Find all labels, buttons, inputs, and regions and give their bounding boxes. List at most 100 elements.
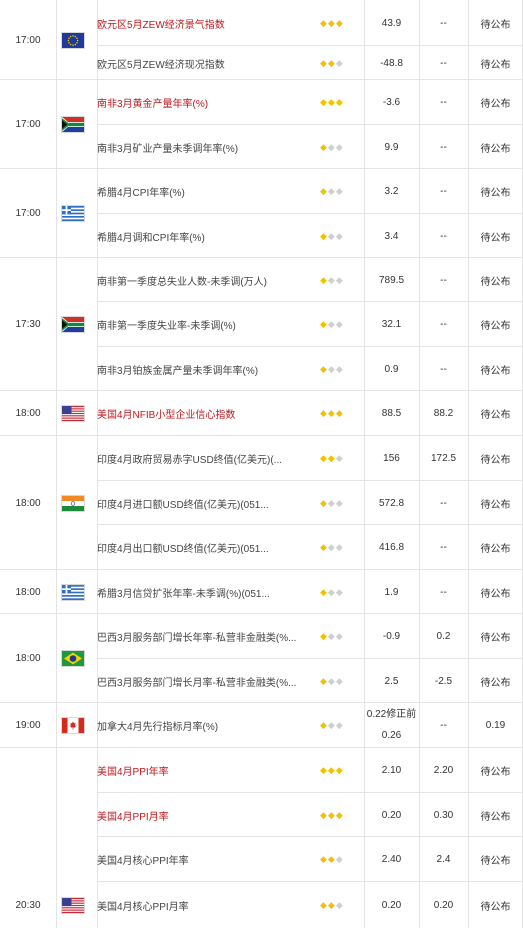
- importance-stars: ◆ ◆ ◆: [320, 391, 356, 436]
- event-name[interactable]: 美国4月核心PPI月率: [97, 882, 315, 928]
- event-time: 17:00: [15, 119, 41, 130]
- event-name[interactable]: 巴西3月服务部门增长月率-私营非金融类(%...: [97, 659, 315, 703]
- diamond-icon: ◆: [327, 57, 335, 68]
- diamond-icon: ◆: [320, 230, 327, 241]
- diamond-icon: ◆: [320, 453, 327, 463]
- actual-value: 待公布: [480, 544, 511, 555]
- event-name[interactable]: 美国4月PPI年率: [97, 748, 315, 793]
- event-name[interactable]: 南非3月矿业产量未季调年率(%): [97, 125, 315, 169]
- previous-value: 1.9: [384, 586, 399, 598]
- diamond-icon: ◆: [327, 497, 335, 508]
- diamond-icon: ◆: [320, 899, 327, 910]
- previous-value: 88.5: [381, 408, 402, 419]
- importance-stars: ◆ ◆ ◆: [320, 80, 356, 125]
- actual-value: 待公布: [480, 321, 511, 332]
- diamond-icon: ◆: [327, 854, 335, 864]
- event-name[interactable]: 加拿大4月先行指标月率(%): [97, 703, 315, 748]
- event-name[interactable]: 希腊4月调和CPI年率(%): [97, 214, 315, 258]
- previous-value: 0.20: [381, 899, 402, 911]
- importance-stars: ◆ ◆ ◆: [320, 748, 356, 793]
- event-name[interactable]: 印度4月出口额USD终值(亿美元)(051...: [97, 525, 315, 570]
- forecast-value: 0.2: [436, 631, 451, 642]
- event-name[interactable]: 希腊4月CPI年率(%): [97, 169, 315, 214]
- actual-value: 待公布: [480, 455, 511, 466]
- importance-stars: ◆ ◆ ◆: [320, 214, 356, 258]
- previous-value: -0.9: [382, 631, 401, 642]
- importance-stars: ◆ ◆ ◆: [320, 614, 356, 659]
- diamond-icon: ◆: [327, 765, 335, 775]
- event-name[interactable]: 美国4月PPI月率: [97, 793, 315, 837]
- previous-value: 416.8: [378, 542, 405, 553]
- event-name[interactable]: 美国4月核心PPI年率: [97, 837, 315, 882]
- diamond-icon: ◆: [335, 363, 343, 374]
- us-flag-icon: [62, 897, 84, 913]
- previous-value: 43.9: [381, 17, 402, 29]
- diamond-icon: ◆: [327, 141, 335, 152]
- previous-value: 3.4: [384, 230, 399, 242]
- importance-stars: ◆ ◆ ◆: [320, 481, 356, 525]
- event-name[interactable]: 南非3月黄金产量年率(%): [97, 80, 315, 125]
- diamond-icon: ◆: [320, 809, 327, 820]
- forecast-value: --: [440, 17, 447, 29]
- diamond-icon: ◆: [327, 542, 335, 552]
- event-time: 18:00: [15, 497, 41, 509]
- event-name[interactable]: 欧元区5月ZEW经济现况指数: [97, 46, 315, 80]
- event-name[interactable]: 南非3月铂族金属产量未季调年率(%): [97, 347, 315, 391]
- event-name[interactable]: 巴西3月服务部门增长年率-私营非金融类(%...: [97, 614, 315, 659]
- previous-value: 2.40: [381, 854, 402, 865]
- canada-flag-icon: [62, 718, 84, 733]
- previous-value: 156: [383, 453, 400, 464]
- event-name[interactable]: 印度4月政府贸易赤字USD终值(亿美元)(...: [97, 436, 315, 481]
- diamond-icon: ◆: [320, 408, 327, 418]
- india-flag-icon: [62, 495, 84, 511]
- importance-stars: ◆ ◆ ◆: [320, 882, 356, 928]
- forecast-value: --: [440, 720, 447, 731]
- event-name[interactable]: 欧元区5月ZEW经济景气指数: [97, 0, 315, 46]
- event-name[interactable]: 南非第一季度失业率-未季调(%): [97, 302, 315, 347]
- diamond-icon: ◆: [335, 319, 343, 329]
- event-name[interactable]: 美国4月NFIB小型企业信心指数: [97, 391, 315, 436]
- diamond-icon: ◆: [320, 675, 327, 686]
- event-time: 18:00: [15, 408, 41, 419]
- diamond-icon: ◆: [335, 97, 343, 107]
- diamond-icon: ◆: [335, 453, 343, 463]
- diamond-icon: ◆: [327, 809, 335, 820]
- diamond-icon: ◆: [320, 631, 327, 641]
- previous-value-revised: 0.26: [381, 730, 402, 741]
- diamond-icon: ◆: [335, 497, 343, 508]
- forecast-value: 2.4: [436, 854, 451, 865]
- event-time: 20:30: [15, 899, 41, 911]
- economic-calendar-table: 17:00 17:00 17:00 17:30 18:00 18:00 18:00 18:00…: [0, 0, 523, 928]
- diamond-icon: ◆: [327, 453, 335, 463]
- event-name[interactable]: 南非第一季度总失业人数-未季调(万人): [97, 258, 315, 302]
- diamond-icon: ◆: [335, 542, 343, 552]
- grid-group-line: [0, 747, 97, 748]
- event-name[interactable]: 希腊3月信贷扩张年率-未季调(%)(051...: [97, 570, 315, 614]
- diamond-icon: ◆: [335, 809, 343, 820]
- forecast-value: --: [440, 97, 447, 108]
- event-name[interactable]: 印度4月进口额USD终值(亿美元)(051...: [97, 481, 315, 525]
- forecast-value: --: [440, 57, 447, 69]
- diamond-icon: ◆: [335, 17, 343, 28]
- diamond-icon: ◆: [327, 230, 335, 241]
- actual-value: 待公布: [480, 499, 511, 511]
- previous-value: 0.22修正前: [366, 709, 417, 720]
- greece-flag-icon: [62, 584, 84, 600]
- actual-value: 待公布: [480, 232, 511, 244]
- importance-stars: ◆ ◆ ◆: [320, 302, 356, 347]
- diamond-icon: ◆: [327, 675, 335, 686]
- grid-group-line: [0, 168, 97, 169]
- actual-value: 待公布: [480, 901, 511, 913]
- diamond-icon: ◆: [320, 97, 327, 107]
- actual-value: 待公布: [480, 19, 511, 31]
- south-africa-flag-icon: [62, 117, 84, 132]
- diamond-icon: ◆: [320, 141, 327, 152]
- grid-group-line: [0, 702, 97, 703]
- previous-value: 572.8: [378, 497, 405, 509]
- diamond-icon: ◆: [335, 675, 343, 686]
- actual-value: 待公布: [480, 410, 511, 421]
- diamond-icon: ◆: [320, 586, 327, 597]
- importance-stars: ◆ ◆ ◆: [320, 258, 356, 302]
- previous-value: 789.5: [378, 274, 405, 286]
- actual-value: 待公布: [480, 99, 511, 110]
